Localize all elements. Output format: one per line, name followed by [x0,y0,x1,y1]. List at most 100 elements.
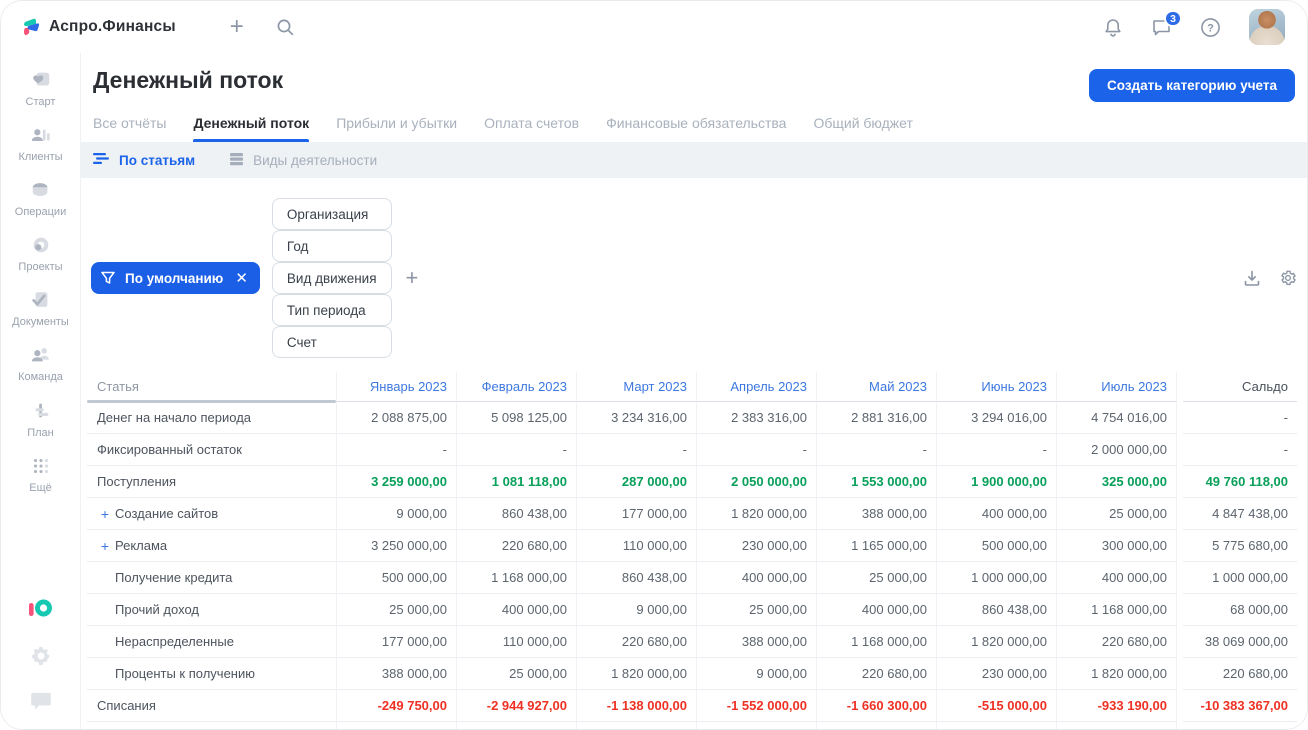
cell-value: - [817,434,937,466]
tab-5[interactable]: Финансовые обязательства [606,115,786,142]
cell-value: 2 000 000,00 [1057,434,1177,466]
row-label[interactable]: Поступления [87,466,337,498]
row-label[interactable]: Проценты к получению [87,658,337,690]
clients-icon [30,124,52,146]
expand-row-icon[interactable]: + [97,538,113,554]
cell-value: 220 680,00 [817,658,937,690]
sidebar-item-8[interactable]: Ещё [5,455,77,494]
cell-value: 1 820 000,00 [697,498,817,530]
cell-value: -1 552 000,00 [697,690,817,722]
cell-value: - [337,434,457,466]
cell-value: 500 000,00 [937,530,1057,562]
sidebar-item-4[interactable]: Проекты [5,234,77,273]
create-category-button[interactable]: Создать категорию учета [1089,69,1295,102]
column-header-month[interactable]: Май 2023 [817,372,937,402]
user-avatar[interactable] [1249,9,1285,45]
tab-1[interactable]: Все отчёты [93,115,166,142]
tab-2[interactable]: Денежный поток [193,115,309,142]
row-label[interactable]: Закупка лицензий [87,722,337,729]
filter-chip-2[interactable]: Год [271,230,392,262]
cell-saldo-value: 5 775 680,00 [1183,530,1297,562]
cell-value: 3 234 316,00 [577,402,697,434]
add-icon[interactable]: + [230,15,244,39]
report-tabs: Все отчёты Денежный поток Прибыли и убытки… [93,115,1295,142]
column-header-month[interactable]: Март 2023 [577,372,697,402]
tab-4[interactable]: Оплата счетов [484,115,579,142]
row-label[interactable]: Фиксированный остаток [87,434,337,466]
filter-chip-4[interactable]: Тип периода [271,294,392,326]
cell-saldo-value: 220 680,00 [1183,658,1297,690]
row-label[interactable]: Прочий доход [87,594,337,626]
sidebar-item-6[interactable]: Команда [5,344,77,383]
projects-icon [30,234,52,256]
cell-value: 300 000,00 [1057,530,1177,562]
cell-saldo-value: - [1183,434,1297,466]
cell-saldo-value: -10 383 367,00 [1183,690,1297,722]
documents-icon [30,289,52,311]
cell-value: 9 000,00 [577,594,697,626]
expand-row-icon[interactable]: + [97,506,113,522]
row-label[interactable]: + Реклама [87,530,337,562]
download-icon[interactable] [1243,269,1261,287]
cell-value: 9 000,00 [337,498,457,530]
column-header-month[interactable]: Июль 2023 [1057,372,1177,402]
unread-count-badge: 3 [1164,10,1182,27]
filter-chip-5[interactable]: Счет [271,326,392,358]
cell-value: 400 000,00 [457,594,577,626]
row-label[interactable]: Денег на начало периода [87,402,337,434]
row-label-text: Поступления [97,474,177,489]
sidebar-item-5[interactable]: Документы [5,289,77,328]
cell-value: 2 088 875,00 [337,402,457,434]
row-label[interactable]: Получение кредита [87,562,337,594]
sidebar-item-label: Команда [18,371,63,384]
table-settings-gear-icon[interactable] [1279,269,1297,287]
cell-value: 400 000,00 [1057,562,1177,594]
cell-saldo-value: 68 000,00 [1183,594,1297,626]
cell-value: 1 165 000,00 [817,530,937,562]
cell-value: 388 000,00 [817,498,937,530]
team-icon [30,344,52,366]
clear-filter-icon[interactable]: ✕ [235,269,248,287]
tab-6[interactable]: Общий бюджет [813,115,912,142]
sidebar-item-2[interactable]: Клиенты [5,124,77,163]
sidebar-item-3[interactable]: Операции [5,179,77,218]
add-filter-icon[interactable]: + [406,267,419,289]
notifications-bell-icon[interactable] [1103,17,1123,38]
default-filter-chip[interactable]: По умолчанию ✕ [91,262,260,294]
sidebar-item-7[interactable]: План [5,400,77,439]
cell-value: - [577,434,697,466]
column-header-month[interactable]: Июнь 2023 [937,372,1057,402]
help-icon[interactable]: ? [1200,17,1221,38]
cell-value: 25 000,00 [1057,498,1177,530]
column-header-month[interactable]: Апрель 2023 [697,372,817,402]
sidebar-item-1[interactable]: Старт [5,69,77,108]
search-icon[interactable] [276,18,295,37]
column-header-month[interactable]: Январь 2023 [337,372,457,402]
sidebar-item-label: Ещё [29,481,52,494]
aspro-color-logo-icon [28,599,52,617]
cell-value: 1 900 000,00 [937,466,1057,498]
plan-icon [30,400,52,422]
row-label-text: Денег на начало периода [97,410,252,425]
cell-saldo-value: -6 144 248,00 [1183,722,1297,729]
messages-icon[interactable]: 3 [1151,10,1182,37]
support-chat-icon[interactable] [30,691,52,711]
cell-value: -2 944 927,00 [457,690,577,722]
row-label[interactable]: Нераспределенные [87,626,337,658]
tab-3[interactable]: Прибыли и убытки [336,115,457,142]
filter-chip-3[interactable]: Вид движения [271,262,392,294]
settings-gear-icon[interactable] [30,645,52,667]
view-tab-1[interactable]: По статьям [93,152,195,168]
filter-chip-1[interactable]: Организация [271,198,392,230]
cell-value: 177 000,00 [337,626,457,658]
row-label[interactable]: Списания [87,690,337,722]
column-header-month[interactable]: Февраль 2023 [457,372,577,402]
cell-value: -357 890,00 [1057,722,1177,729]
cell-saldo-value: 49 760 118,00 [1183,466,1297,498]
row-label[interactable]: + Создание сайтов [87,498,337,530]
list-lines-icon [93,152,110,168]
cell-value: -1 470,00 [937,722,1057,729]
cell-value: -1 547 358,00 [457,722,577,729]
view-tab-2[interactable]: Виды деятельности [229,152,377,169]
cell-value: 25 000,00 [817,562,937,594]
